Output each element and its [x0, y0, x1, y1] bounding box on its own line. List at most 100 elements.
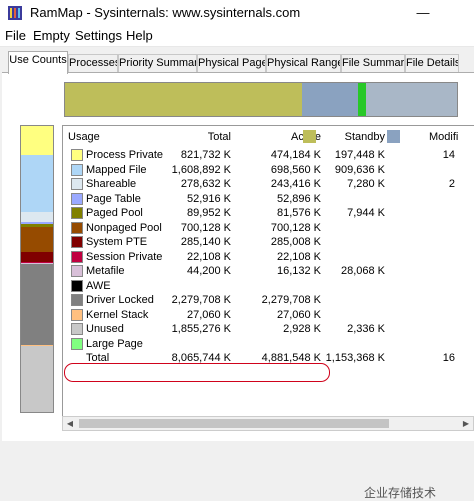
tab-physical-pages[interactable]: Physical Pages — [197, 54, 266, 73]
row-color-swatch — [71, 178, 83, 190]
menu-file[interactable]: File — [5, 28, 26, 43]
rammap-app-icon — [8, 6, 22, 20]
col-modified-header[interactable]: Modifi — [429, 130, 458, 144]
table-row[interactable]: Shareable 278,632 K 243,416 K 7,280 K 2 — [63, 177, 474, 191]
row-label: Process Private — [86, 149, 164, 161]
scroll-left-arrow-icon[interactable]: ◀ — [63, 417, 77, 430]
tab-physical-ranges[interactable]: Physical Ranges — [266, 54, 341, 73]
tab-priority-summary[interactable]: Priority Summary — [118, 54, 197, 73]
row-active-value: 27,060 K — [276, 308, 321, 321]
table-row[interactable]: Session Private 22,108 K 22,108 K — [63, 250, 474, 264]
row-standby-value: 2,336 K — [347, 323, 385, 335]
row-label: Page Table — [86, 192, 141, 205]
use-counts-panel: Usage Total Active Standby Modifi Proces… — [2, 72, 474, 500]
row-total-value: 22,108 K — [186, 250, 231, 263]
row-total-value: 285,140 K — [180, 236, 231, 248]
usage-bar-segment — [365, 83, 457, 116]
row-label: Kernel Stack — [86, 308, 149, 321]
col-total-header[interactable]: Total — [163, 130, 231, 144]
row-active-value: 81,576 K — [276, 207, 321, 219]
horizontal-scrollbar[interactable]: ◀ ▶ — [62, 416, 474, 431]
table-row[interactable]: Paged Pool 89,952 K 81,576 K 7,944 K — [63, 206, 474, 220]
row-standby-value: 7,280 K — [347, 178, 385, 190]
scroll-right-arrow-icon[interactable]: ▶ — [459, 417, 473, 430]
row-total-value: 278,632 K — [180, 178, 231, 190]
tab-strip: Use Counts Processes Priority Summary Ph… — [0, 51, 474, 74]
row-total-value: 1,855,276 K — [171, 323, 231, 335]
stack-bar-segment — [21, 252, 53, 263]
table-row[interactable]: Process Private 821,732 K 474,184 K 197,448… — [63, 148, 474, 162]
tab-file-details[interactable]: File Details — [405, 54, 459, 73]
row-total-value: 27,060 K — [186, 308, 231, 321]
row-color-swatch — [71, 265, 83, 277]
row-total-value: 821,732 K — [180, 149, 231, 161]
watermark: 企业存储技术 — [364, 486, 437, 500]
row-color-swatch — [71, 308, 83, 321]
row-color-swatch — [71, 221, 83, 234]
row-standby-value: 197,448 K — [334, 149, 385, 161]
row-total-value: 44,200 K — [186, 265, 231, 277]
usage-stack-bar — [20, 125, 54, 413]
row-color-swatch — [71, 149, 83, 161]
row-label: Paged Pool — [86, 207, 143, 219]
row-label: System PTE — [86, 236, 148, 248]
stack-bar-segment — [21, 227, 53, 253]
stack-bar-segment — [21, 264, 53, 346]
menu-settings[interactable]: Settings — [75, 28, 122, 43]
row-label: Nonpaged Pool — [86, 221, 162, 234]
table-row[interactable]: Kernel Stack 27,060 K 27,060 K — [63, 308, 474, 322]
row-standby-value: 7,944 K — [347, 207, 385, 219]
row-total-value: 2,279,708 K — [171, 294, 231, 306]
row-standby-value: 28,068 K — [340, 265, 385, 277]
row-total-value: 700,128 K — [180, 221, 231, 234]
row-modified-value: 2 — [448, 178, 455, 190]
row-modified-value: 16 — [442, 352, 455, 364]
table-row[interactable]: System PTE 285,140 K 285,008 K — [63, 235, 474, 249]
row-color-swatch — [71, 163, 83, 176]
row-active-value: 2,928 K — [283, 323, 321, 335]
row-color-swatch — [71, 323, 83, 335]
row-active-value: 285,008 K — [270, 236, 321, 248]
row-active-value: 698,560 K — [270, 163, 321, 176]
row-color-swatch — [71, 279, 83, 292]
tab-use-counts[interactable]: Use Counts — [8, 51, 68, 74]
row-modified-value: 14 — [442, 149, 455, 161]
table-row[interactable]: Unused 1,855,276 K 2,928 K 2,336 K — [63, 322, 474, 336]
row-active-value: 16,132 K — [276, 265, 321, 277]
usage-bar-segment — [65, 83, 303, 116]
col-standby-header[interactable]: Standby — [319, 130, 385, 144]
table-row[interactable]: AWE — [63, 279, 474, 293]
scroll-thumb[interactable] — [79, 419, 389, 428]
tab-processes[interactable]: Processes — [68, 54, 118, 73]
table-row[interactable]: Large Page — [63, 337, 474, 351]
row-color-swatch — [71, 250, 83, 263]
row-label: Large Page — [86, 337, 143, 350]
table-row[interactable]: Driver Locked 2,279,708 K 2,279,708 K — [63, 293, 474, 307]
stack-bar-segment — [21, 126, 53, 156]
table-row[interactable]: Page Table 52,916 K 52,896 K — [63, 192, 474, 206]
menu-empty[interactable]: Empty — [33, 28, 70, 43]
active-color-swatch — [303, 130, 316, 143]
stack-bar-segment — [21, 212, 53, 223]
row-label: Unused — [86, 323, 124, 335]
menu-help[interactable]: Help — [126, 28, 153, 43]
driver-locked-highlight-circle — [64, 363, 330, 382]
table-header: Usage Total Active Standby Modifi — [63, 130, 474, 144]
row-total-value: 89,952 K — [186, 207, 231, 219]
menu-bar: File Empty Settings Help — [0, 26, 474, 47]
col-usage-header[interactable]: Usage — [68, 130, 100, 144]
usage-bar-segment — [302, 83, 358, 116]
table-row[interactable]: Nonpaged Pool 700,128 K 700,128 K — [63, 221, 474, 235]
row-label: Driver Locked — [86, 294, 154, 306]
row-total-value: 52,916 K — [186, 192, 231, 205]
table-row[interactable]: Mapped File 1,608,892 K 698,560 K 909,636 K — [63, 163, 474, 177]
row-color-swatch — [71, 294, 83, 306]
row-color-swatch — [71, 207, 83, 219]
tab-file-summary[interactable]: File Summary — [341, 54, 405, 73]
row-color-swatch — [71, 192, 83, 205]
row-label: Session Private — [86, 250, 163, 263]
minimize-button[interactable]: — — [404, 0, 442, 26]
row-active-value: 700,128 K — [270, 221, 321, 234]
row-standby-value: 1,153,368 K — [325, 352, 385, 364]
table-row[interactable]: Metafile 44,200 K 16,132 K 28,068 K — [63, 264, 474, 278]
